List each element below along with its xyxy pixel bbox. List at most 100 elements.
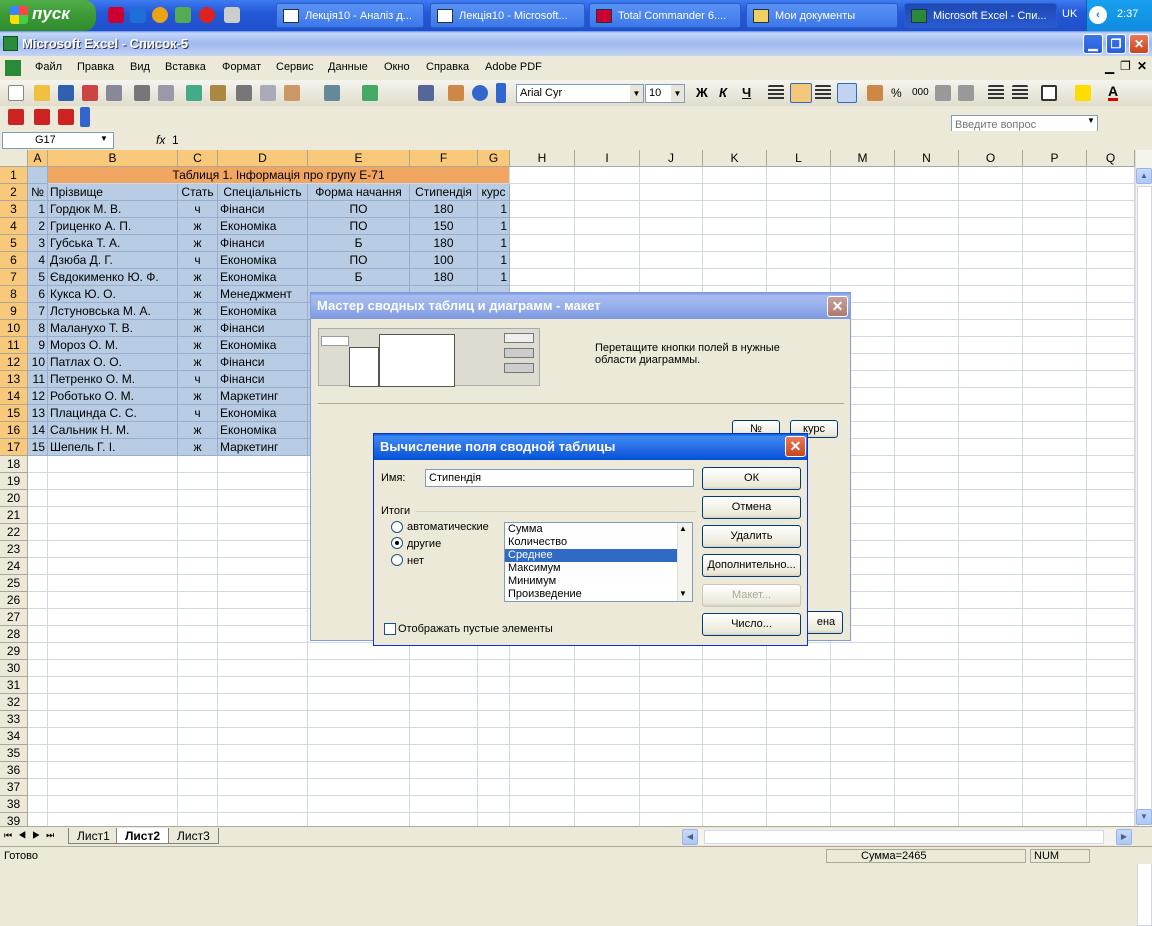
data-cell[interactable]: ж: [178, 235, 218, 252]
cell[interactable]: [703, 201, 767, 218]
vertical-scrollbar[interactable]: ▲ ▼: [1135, 150, 1152, 926]
cell[interactable]: [178, 677, 218, 694]
cell[interactable]: [410, 694, 478, 711]
data-cell[interactable]: 8: [28, 320, 48, 337]
radio-custom-label[interactable]: другие: [407, 538, 441, 550]
cell[interactable]: [575, 660, 640, 677]
cell[interactable]: [703, 660, 767, 677]
data-cell[interactable]: Мороз О. М.: [48, 337, 178, 354]
column-header[interactable]: P: [1023, 150, 1087, 167]
cell[interactable]: [895, 762, 959, 779]
cell[interactable]: [28, 694, 48, 711]
cell[interactable]: [1087, 218, 1135, 235]
name-box[interactable]: G17: [2, 132, 114, 149]
cell[interactable]: [1023, 388, 1087, 405]
cell[interactable]: [575, 728, 640, 745]
cell[interactable]: [308, 711, 410, 728]
cell[interactable]: [895, 303, 959, 320]
cell[interactable]: [1023, 558, 1087, 575]
cell[interactable]: [640, 694, 703, 711]
data-cell[interactable]: Сальник Н. М.: [48, 422, 178, 439]
start-button[interactable]: пуск: [0, 0, 96, 31]
quicklaunch-icon[interactable]: [224, 7, 240, 23]
row-header[interactable]: 16: [0, 422, 28, 439]
cell[interactable]: [48, 660, 178, 677]
cell[interactable]: [48, 524, 178, 541]
header-cell[interactable]: курс: [478, 184, 510, 201]
header-cell[interactable]: Стать: [178, 184, 218, 201]
cell[interactable]: [1023, 320, 1087, 337]
cell[interactable]: [218, 694, 308, 711]
cell[interactable]: [959, 609, 1023, 626]
align-center-icon[interactable]: [790, 83, 812, 103]
data-cell[interactable]: Б: [308, 235, 410, 252]
cell[interactable]: [28, 779, 48, 796]
data-cell[interactable]: 1: [28, 201, 48, 218]
column-header[interactable]: J: [640, 150, 703, 167]
cell[interactable]: [1023, 371, 1087, 388]
cell[interactable]: [510, 745, 575, 762]
data-cell[interactable]: 4: [28, 252, 48, 269]
data-cell[interactable]: 1: [478, 218, 510, 235]
cell[interactable]: [831, 643, 895, 660]
cell[interactable]: [178, 711, 218, 728]
decrease-indent-icon[interactable]: [988, 85, 1004, 101]
cell[interactable]: [48, 728, 178, 745]
cell[interactable]: [895, 405, 959, 422]
cell[interactable]: [1087, 371, 1135, 388]
cell[interactable]: [895, 371, 959, 388]
delete-button[interactable]: Удалить: [702, 525, 801, 548]
cell[interactable]: [178, 473, 218, 490]
row-header[interactable]: 20: [0, 490, 28, 507]
cell[interactable]: [48, 779, 178, 796]
cell[interactable]: [48, 609, 178, 626]
cell[interactable]: [48, 711, 178, 728]
cell[interactable]: [1087, 796, 1135, 813]
new-icon[interactable]: [8, 85, 24, 101]
cell[interactable]: [218, 575, 308, 592]
toolbar-options-icon[interactable]: [496, 83, 506, 103]
cell[interactable]: [1087, 541, 1135, 558]
row-header[interactable]: 31: [0, 677, 28, 694]
cell[interactable]: [895, 269, 959, 286]
cell[interactable]: [1087, 422, 1135, 439]
cell[interactable]: [640, 218, 703, 235]
cell[interactable]: [640, 796, 703, 813]
chevron-left-icon[interactable]: ‹: [1089, 6, 1107, 24]
menu-format[interactable]: Формат: [222, 61, 261, 73]
cell[interactable]: [1087, 439, 1135, 456]
cell[interactable]: [767, 779, 831, 796]
cell[interactable]: [575, 269, 640, 286]
cell[interactable]: [703, 184, 767, 201]
media-icon[interactable]: [152, 7, 168, 23]
cell[interactable]: [478, 677, 510, 694]
header-cell[interactable]: Спеціальність: [218, 184, 308, 201]
cell[interactable]: [510, 779, 575, 796]
cell[interactable]: [959, 303, 1023, 320]
cell[interactable]: [28, 592, 48, 609]
cut-icon[interactable]: [236, 85, 252, 101]
row-header[interactable]: 37: [0, 779, 28, 796]
cell[interactable]: [895, 456, 959, 473]
cell[interactable]: [895, 796, 959, 813]
cell[interactable]: [575, 252, 640, 269]
cell[interactable]: [1087, 286, 1135, 303]
cell[interactable]: [1023, 592, 1087, 609]
cell[interactable]: [1023, 235, 1087, 252]
scroll-track[interactable]: [704, 830, 1104, 844]
cell[interactable]: [959, 388, 1023, 405]
tab-sheet3[interactable]: Лист3: [168, 828, 219, 844]
data-cell[interactable]: Фінанси: [218, 354, 308, 371]
cell[interactable]: [1087, 728, 1135, 745]
cell[interactable]: [703, 779, 767, 796]
data-cell[interactable]: Кукса Ю. О.: [48, 286, 178, 303]
cell[interactable]: [959, 711, 1023, 728]
cell[interactable]: [895, 745, 959, 762]
percent-button[interactable]: %: [891, 86, 902, 100]
cell[interactable]: [1087, 388, 1135, 405]
cell[interactable]: [218, 660, 308, 677]
row-header[interactable]: 36: [0, 762, 28, 779]
scroll-down-icon[interactable]: ▼: [1136, 809, 1152, 825]
row-header[interactable]: 2: [0, 184, 28, 201]
function-listbox[interactable]: Сумма Количество Среднее Максимум Миниму…: [504, 522, 693, 602]
